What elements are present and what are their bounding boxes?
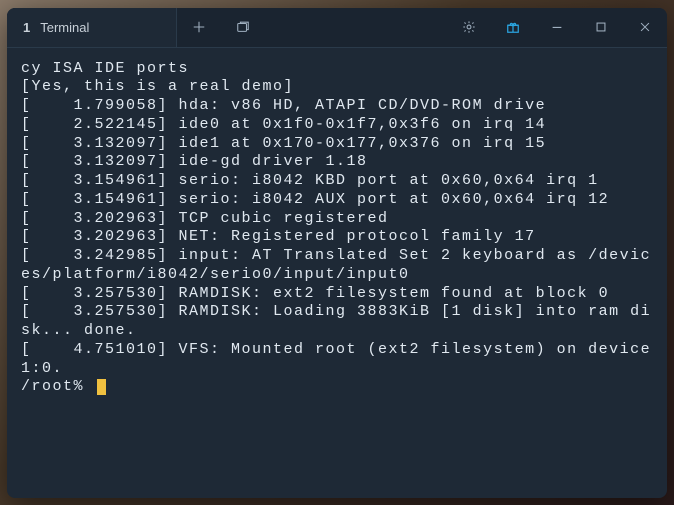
terminal-line: [ 4.751010] VFS: Mounted root (ext2 file… xyxy=(21,341,653,379)
gift-icon xyxy=(506,20,520,34)
close-button[interactable] xyxy=(623,8,667,47)
terminal-line: [ 3.132097] ide1 at 0x170-0x177,0x376 on… xyxy=(21,135,653,154)
tab-title: Terminal xyxy=(40,20,89,35)
close-icon xyxy=(638,20,652,34)
maximize-icon xyxy=(594,20,608,34)
terminal-line: [ 3.154961] serio: i8042 AUX port at 0x6… xyxy=(21,191,653,210)
terminal-line: [ 3.257530] RAMDISK: ext2 filesystem fou… xyxy=(21,285,653,304)
terminal-line: [ 3.257530] RAMDISK: Loading 3883KiB [1 … xyxy=(21,303,653,341)
terminal-prompt: /root% xyxy=(21,378,95,395)
minimize-button[interactable] xyxy=(535,8,579,47)
terminal-line: [Yes, this is a real demo] xyxy=(21,78,653,97)
cursor xyxy=(97,379,106,395)
terminal-line: [ 3.154961] serio: i8042 KBD port at 0x6… xyxy=(21,172,653,191)
tab-terminal[interactable]: 1 Terminal xyxy=(7,8,177,47)
new-tab-button[interactable] xyxy=(177,8,221,47)
maximize-button[interactable] xyxy=(579,8,623,47)
gear-icon xyxy=(462,20,476,34)
tab-index: 1 xyxy=(23,20,30,35)
terminal-output[interactable]: cy ISA IDE ports[Yes, this is a real dem… xyxy=(7,48,667,498)
titlebar: 1 Terminal xyxy=(7,8,667,48)
terminal-line: [ 3.132097] ide-gd driver 1.18 xyxy=(21,153,653,172)
terminal-line: cy ISA IDE ports xyxy=(21,60,653,79)
terminal-line: [ 3.202963] NET: Registered protocol fam… xyxy=(21,228,653,247)
terminal-line: [ 1.799058] hda: v86 HD, ATAPI CD/DVD-RO… xyxy=(21,97,653,116)
terminal-line: [ 3.202963] TCP cubic registered xyxy=(21,210,653,229)
terminal-line: [ 2.522145] ide0 at 0x1f0-0x1f7,0x3f6 on… xyxy=(21,116,653,135)
tabs-overview-button[interactable] xyxy=(221,8,265,47)
tabs-icon xyxy=(236,20,250,34)
terminal-line: [ 3.242985] input: AT Translated Set 2 k… xyxy=(21,247,653,285)
gift-button[interactable] xyxy=(491,8,535,47)
settings-button[interactable] xyxy=(447,8,491,47)
minimize-icon xyxy=(550,20,564,34)
plus-icon xyxy=(192,20,206,34)
terminal-window: 1 Terminal cy ISA IDE ports[Yes, this is… xyxy=(7,8,667,498)
